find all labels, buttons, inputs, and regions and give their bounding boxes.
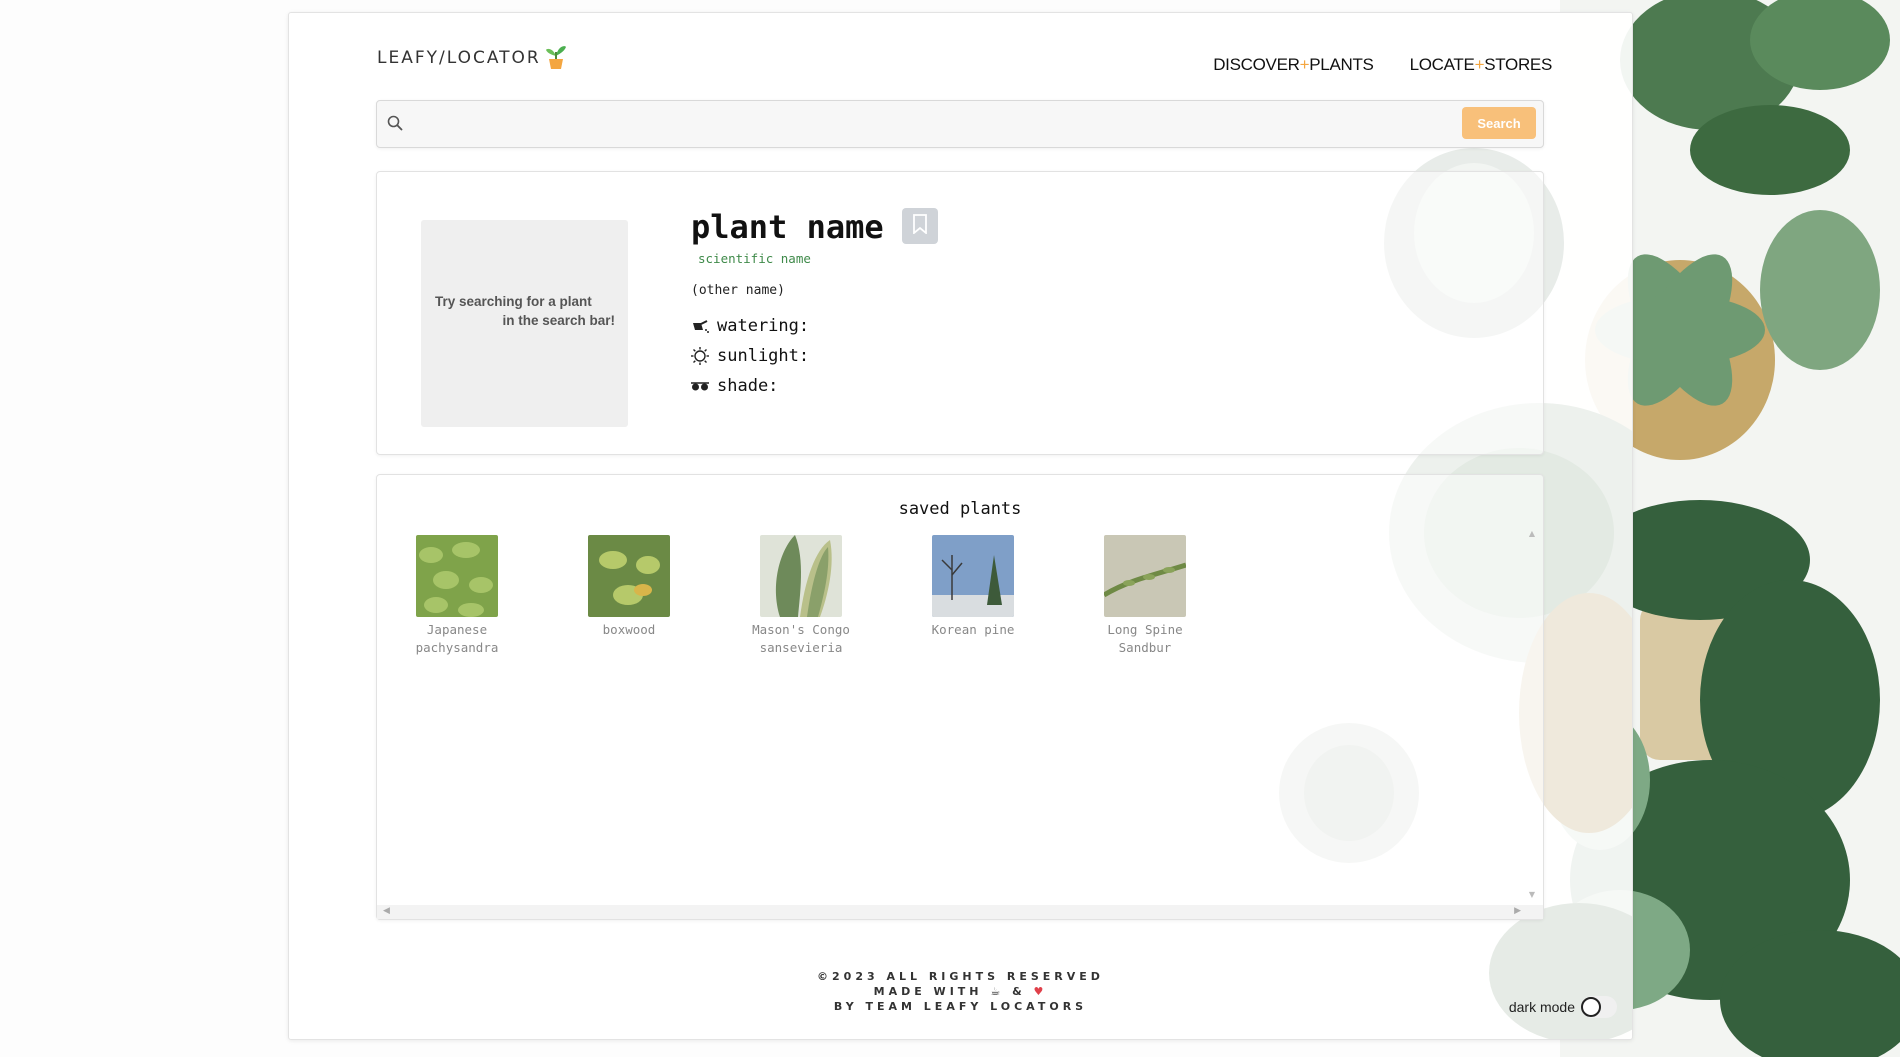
potted-sprout-icon xyxy=(545,42,567,75)
scroll-up-arrow[interactable]: ▲ xyxy=(1529,529,1535,538)
scroll-left-arrow[interactable]: ◀ xyxy=(383,906,390,916)
plant-info-panel: Try searching for a plant in the search … xyxy=(376,171,1544,455)
nav-discover-plants[interactable]: DISCOVER+PLANTS xyxy=(1213,55,1374,75)
saved-plants-panel: saved plants Japanese pachysandra boxwood… xyxy=(376,474,1544,920)
attr-shade: shade: xyxy=(691,376,778,396)
scroll-right-arrow[interactable]: ▶ xyxy=(1514,906,1521,916)
footer-copyright: ©2023 ALL RIGHTS RESERVED xyxy=(817,970,1104,983)
plant-image-placeholder: Try searching for a plant in the search … xyxy=(421,220,628,427)
coffee-icon: ☕ xyxy=(990,985,1005,998)
sun-icon xyxy=(691,347,709,365)
attr-watering: watering: xyxy=(691,316,809,336)
bookmark-icon xyxy=(912,214,928,238)
saved-plant-item[interactable]: Korean pine xyxy=(908,535,1038,639)
watering-can-icon xyxy=(691,317,709,335)
app-card: LEAFY/LOCATOR DISCOVER+PLANTS LOCATE+STO… xyxy=(288,12,1633,1040)
saved-plants-title: saved plants xyxy=(898,499,1022,519)
search-bar: Search xyxy=(376,100,1544,148)
saved-plant-thumbnail xyxy=(760,535,842,617)
saved-plant-thumbnail xyxy=(932,535,1014,617)
footer-team: BY TEAM LEAFY LOCATORS xyxy=(833,1000,1088,1013)
saved-plant-item[interactable]: Japanese pachysandra xyxy=(392,535,522,657)
placeholder-message: Try searching for a plant in the search … xyxy=(435,294,615,328)
dark-mode-toggle[interactable]: dark mode xyxy=(1509,996,1617,1018)
saved-plant-item[interactable]: Mason's Congo sansevieria xyxy=(736,535,866,657)
brand-logo[interactable]: LEAFY/LOCATOR xyxy=(377,41,567,75)
footer: ©2023 ALL RIGHTS RESERVED MADE WITH ☕ & … xyxy=(289,969,1632,1014)
bookmark-button[interactable] xyxy=(902,208,938,244)
search-icon xyxy=(387,115,403,135)
footer-made-with: MADE WITH ☕ & ♥ xyxy=(873,985,1048,998)
plant-name: plant name xyxy=(691,208,884,246)
saved-plant-item[interactable]: boxwood xyxy=(564,535,694,639)
search-input[interactable] xyxy=(413,107,1467,141)
saved-plant-thumbnail xyxy=(416,535,498,617)
attr-sunlight: sunlight: xyxy=(691,346,809,366)
sunglasses-icon xyxy=(691,377,709,395)
scientific-name: scientific name xyxy=(698,251,811,266)
main-nav: DISCOVER+PLANTS LOCATE+STORES xyxy=(1213,55,1552,75)
dark-mode-switch[interactable] xyxy=(1581,996,1617,1018)
scroll-down-arrow[interactable]: ▼ xyxy=(1529,890,1535,899)
saved-plant-item[interactable]: Long Spine Sandbur xyxy=(1080,535,1210,657)
heart-icon: ♥ xyxy=(1033,985,1048,998)
saved-plant-thumbnail xyxy=(588,535,670,617)
dark-mode-label: dark mode xyxy=(1508,999,1575,1015)
brand-name: LEAFY/LOCATOR xyxy=(377,48,541,68)
other-name: (other name) xyxy=(691,283,785,298)
horizontal-scrollbar[interactable]: ◀ ▶ xyxy=(377,905,1543,919)
search-button[interactable]: Search xyxy=(1462,107,1536,139)
nav-locate-stores[interactable]: LOCATE+STORES xyxy=(1410,55,1553,75)
saved-plant-thumbnail xyxy=(1104,535,1186,617)
